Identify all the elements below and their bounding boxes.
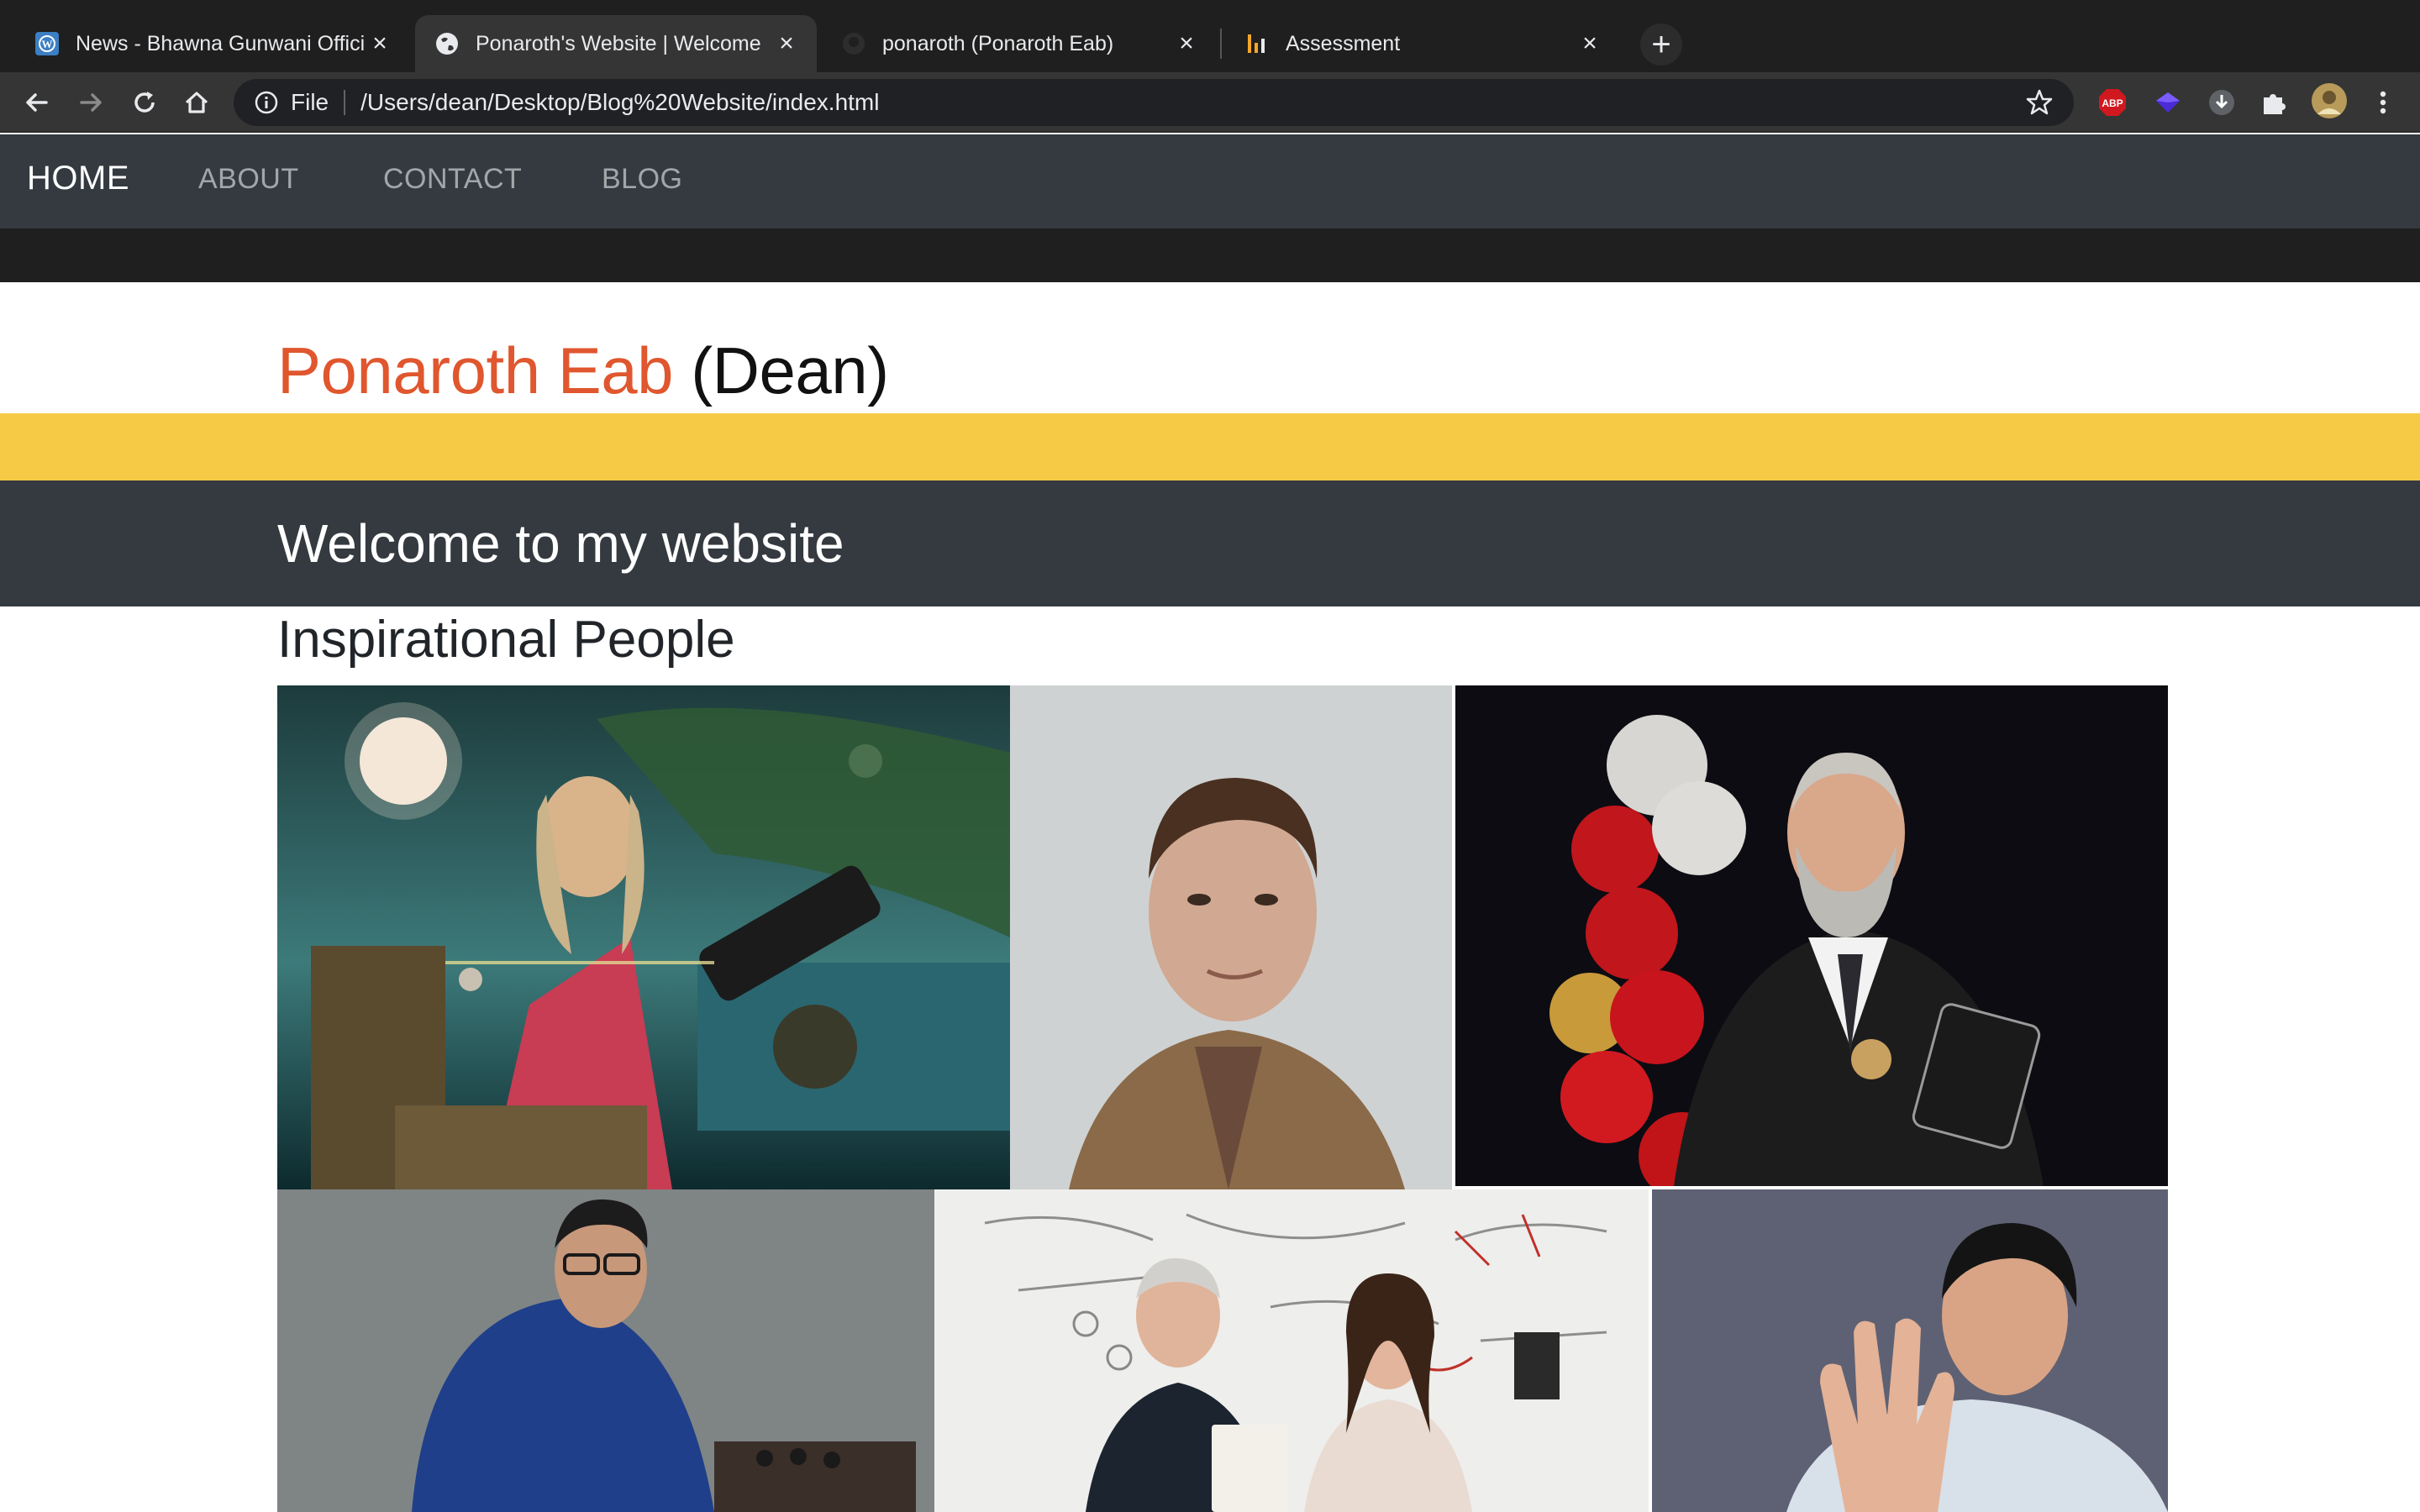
tab-assessment[interactable]: Assessment × xyxy=(1225,15,1620,72)
forward-button[interactable] xyxy=(71,82,111,123)
inspirational-people-gallery xyxy=(277,685,2168,1512)
profile-avatar[interactable] xyxy=(2311,82,2348,119)
photo-alan-turing xyxy=(1010,685,1452,1189)
photo-geoffrey-hinton xyxy=(934,1189,1649,1512)
tab-news[interactable]: W News - Bhawna Gunwani Offici × xyxy=(15,15,410,72)
browser-toolbar: File /Users/dean/Desktop/Blog%20Website/… xyxy=(0,72,2420,133)
close-icon[interactable]: × xyxy=(1576,29,1603,57)
address-bar[interactable]: File /Users/dean/Desktop/Blog%20Website/… xyxy=(234,79,2074,126)
photo-demis-hassabis xyxy=(277,1189,934,1512)
tab-strip: W News - Bhawna Gunwani Offici × Ponarot… xyxy=(0,0,2420,72)
welcome-heading: Welcome to my website xyxy=(277,513,844,574)
home-icon xyxy=(185,92,208,113)
nav-about[interactable]: ABOUT xyxy=(198,163,299,196)
github-icon xyxy=(840,30,867,57)
menu-kebab-icon[interactable] xyxy=(2368,87,2398,118)
arrow-right-icon xyxy=(80,93,102,112)
photo-andrew-ng xyxy=(1652,1189,2168,1512)
tab-title: News - Bhawna Gunwani Offici xyxy=(76,31,366,55)
brand-nickname: (Dean) xyxy=(691,333,889,407)
site-navbar: HOME ABOUT CONTACT BLOG xyxy=(0,134,2420,228)
puzzle-icon[interactable] xyxy=(2259,87,2289,118)
section-title: Inspirational People xyxy=(277,611,735,669)
site-brand: Ponaroth Eab (Dean) xyxy=(277,333,889,409)
download-extension-icon[interactable] xyxy=(2207,87,2237,118)
photo-isaac-newton xyxy=(277,685,1010,1189)
info-icon[interactable] xyxy=(254,90,279,115)
new-tab-button[interactable]: + xyxy=(1640,24,1682,66)
tab-title: ponaroth (Ponaroth Eab) xyxy=(882,31,1114,55)
close-icon[interactable]: × xyxy=(1173,29,1200,57)
tab-ponaroth-website[interactable]: Ponaroth's Website | Welcome × xyxy=(415,15,817,72)
back-button[interactable] xyxy=(17,82,57,123)
tab-github[interactable]: ponaroth (Ponaroth Eab) × xyxy=(822,15,1217,72)
header-dark-band xyxy=(0,228,2420,282)
home-button[interactable] xyxy=(176,82,217,123)
nav-blog[interactable]: BLOG xyxy=(602,163,682,196)
nav-home[interactable]: HOME xyxy=(27,160,129,197)
nav-contact[interactable]: CONTACT xyxy=(383,163,522,196)
tab-divider xyxy=(1220,29,1222,59)
arrow-left-icon xyxy=(26,93,48,112)
bookmark-star-icon[interactable] xyxy=(2025,88,2054,117)
close-icon[interactable]: × xyxy=(366,29,393,57)
web-page: HOME ABOUT CONTACT BLOG Ponaroth Eab (De… xyxy=(0,134,2420,1512)
reload-icon xyxy=(134,92,155,113)
close-icon[interactable]: × xyxy=(773,29,800,57)
photo-dennis-ritchie xyxy=(1455,685,2168,1186)
scheme-label: File xyxy=(291,89,329,115)
abp-icon[interactable]: ABP xyxy=(2097,87,2128,118)
welcome-banner: Welcome to my website xyxy=(0,480,2420,606)
wordpress-icon: W xyxy=(34,30,60,57)
yellow-band xyxy=(0,413,2420,480)
diamond-extension-icon[interactable] xyxy=(2153,87,2183,118)
tab-title: Ponaroth's Website | Welcome xyxy=(476,31,761,55)
brand-name: Ponaroth Eab xyxy=(277,333,674,407)
svg-text:W: W xyxy=(42,38,53,50)
url-text[interactable]: /Users/dean/Desktop/Blog%20Website/index… xyxy=(360,89,879,116)
reload-button[interactable] xyxy=(124,82,165,123)
svg-text:ABP: ABP xyxy=(2102,97,2123,109)
globe-icon xyxy=(434,30,460,57)
analytics-icon xyxy=(1244,30,1270,57)
address-divider xyxy=(344,90,346,115)
tab-title: Assessment xyxy=(1286,31,1401,55)
